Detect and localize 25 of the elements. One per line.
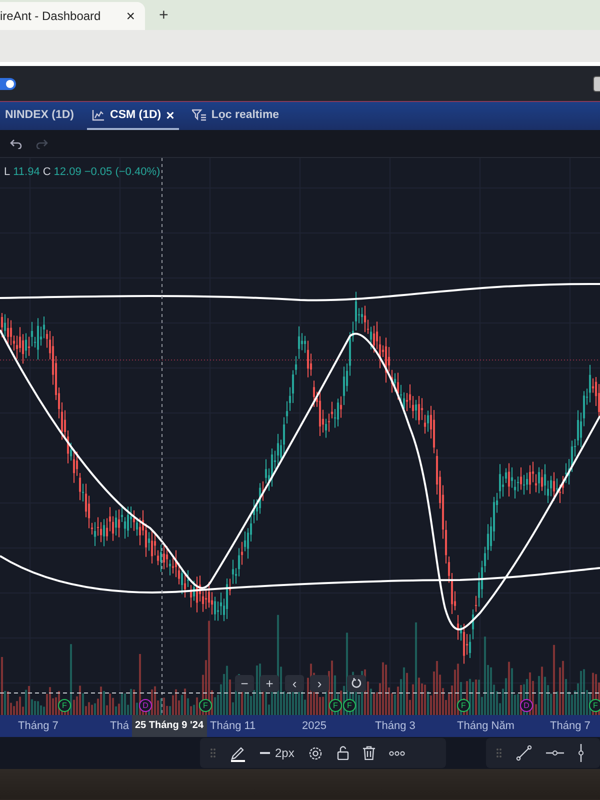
close-tab-button[interactable]: ×	[166, 107, 174, 123]
time-axis-label: Tháng 7	[550, 720, 590, 732]
time-axis-label: Tháng 7	[18, 720, 58, 732]
chart-nav-button[interactable]: −	[235, 675, 254, 692]
new-tab-button[interactable]: +	[159, 7, 168, 25]
chart-nav-button[interactable]: ‹	[285, 675, 304, 692]
chart-nav-button[interactable]: ›	[310, 675, 329, 692]
time-axis-label: Tháng 11	[210, 720, 256, 732]
line-width-button[interactable]: 2px	[260, 746, 294, 760]
time-axis-label: Tháng 3	[375, 720, 416, 732]
crosshair-date-label: 25 Tháng 9 '24	[132, 715, 207, 737]
tab-title: ireAnt - Dashboard	[0, 9, 101, 23]
legend-value: 11.94	[13, 166, 40, 178]
time-axis-label: Thá	[110, 720, 129, 732]
time-axis-label: 2025	[302, 720, 326, 732]
close-tab-button[interactable]: ×	[124, 8, 137, 24]
time-axis-label: Tháng Năm	[457, 720, 514, 732]
browser-tab[interactable]: ireAnt - Dashboard ×	[0, 2, 145, 30]
chart-tab[interactable]: NINDEX (1D)	[0, 102, 80, 130]
legend-value: 12.09	[54, 166, 82, 178]
legend-change: −0.05 (−0.40%)	[84, 166, 160, 178]
legend-label: L	[4, 166, 10, 178]
chart-nav-button[interactable]: +	[260, 675, 279, 692]
chart-tab[interactable]: Lọc realtime	[187, 102, 284, 130]
legend-label: C	[42, 166, 51, 178]
